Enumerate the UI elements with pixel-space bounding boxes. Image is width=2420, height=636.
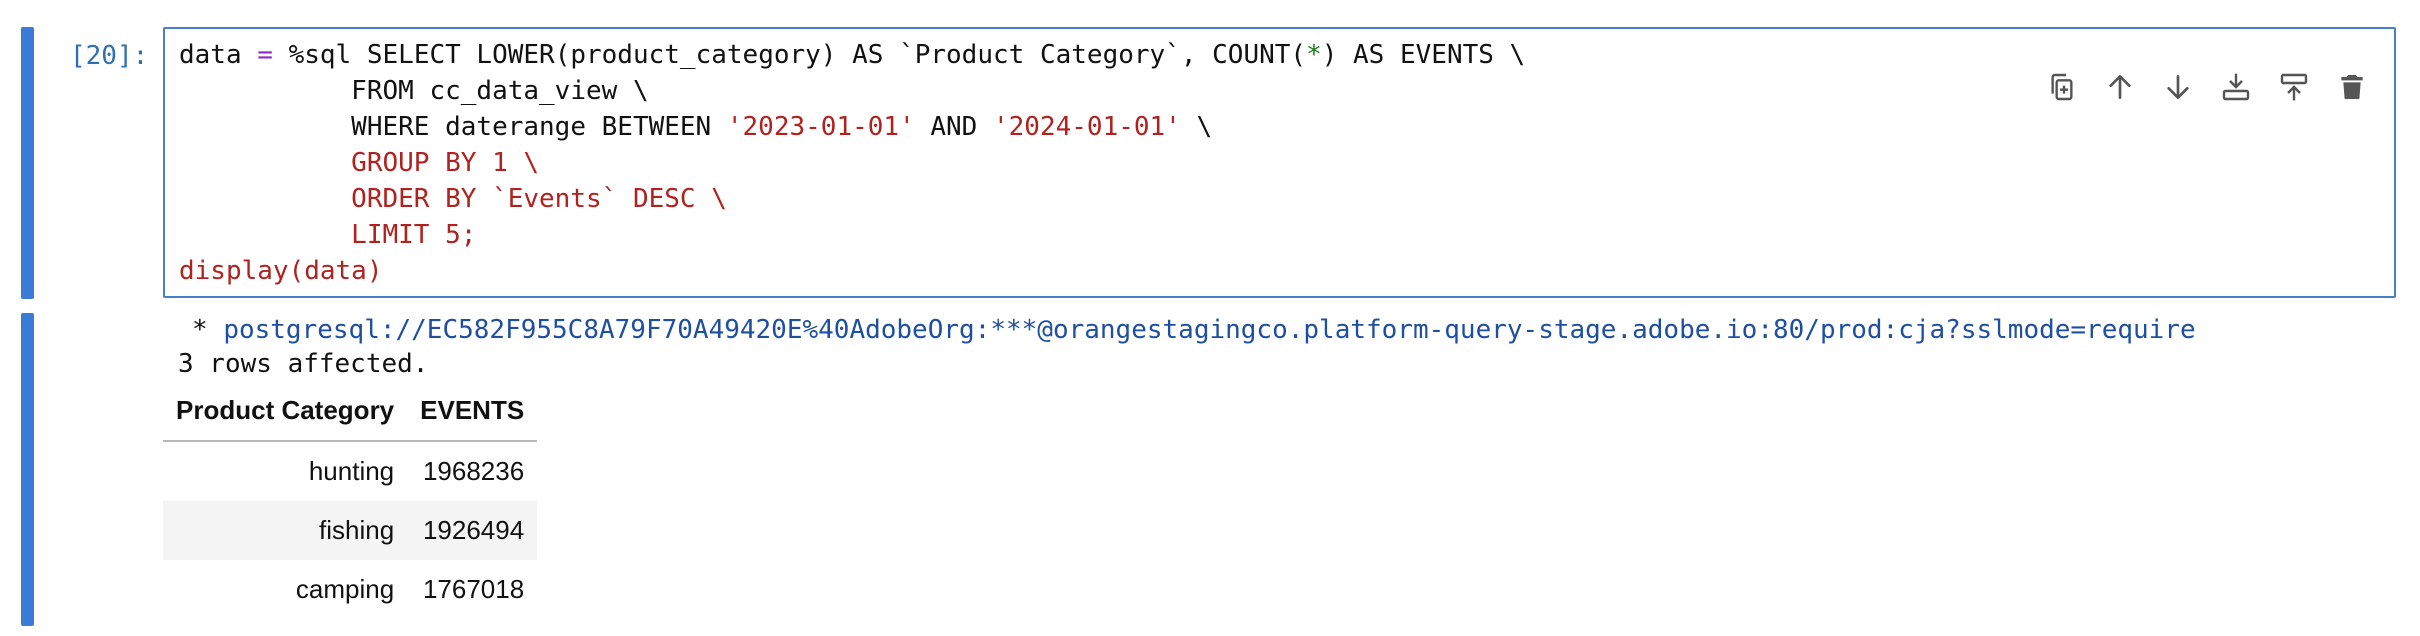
move-down-button[interactable] [2158, 67, 2198, 107]
code-token: ) AS EVENTS \ [1321, 40, 1526, 70]
table-row: camping 1767018 [163, 560, 537, 619]
input-collapser[interactable] [21, 27, 34, 299]
code-operator: = [257, 40, 273, 70]
table-cell: 1926494 [407, 501, 538, 560]
code-operator: * [1306, 40, 1322, 70]
copy-icon [2051, 73, 2073, 101]
arrow-down-icon [2167, 75, 2189, 99]
table-cell: camping [295, 574, 395, 604]
code-string: '2023-01-01' [726, 112, 915, 142]
trash-icon [2341, 75, 2363, 99]
table-cell: 1767018 [422, 574, 525, 604]
code-line: display(data) [179, 256, 383, 286]
insert-below-icon [2280, 73, 2308, 101]
duplicate-cell-button[interactable] [2042, 67, 2082, 107]
connection-string: * postgresql://EC582F955C8A79F70A49420E%… [192, 312, 2196, 348]
code-token: \ [1180, 112, 1213, 142]
connection-marker: * [192, 315, 224, 345]
output-collapser[interactable] [21, 313, 34, 626]
column-header: Product Category [163, 383, 408, 442]
insert-above-icon [2222, 73, 2250, 101]
code-line: ORDER BY `Events` DESC \ [179, 184, 727, 214]
delete-cell-button[interactable] [2332, 67, 2372, 107]
insert-above-button[interactable] [2216, 67, 2256, 107]
column-header: EVENTS [407, 383, 538, 442]
cell-toolbar [2042, 67, 2372, 107]
result-table: Product Category EVENTS hunting 1968236 … [163, 383, 538, 619]
code-line: LIMIT 5; [179, 220, 477, 250]
table-cell: hunting [308, 456, 395, 486]
code-line: GROUP BY 1 \ [179, 148, 540, 178]
execution-count: [20]: [70, 41, 149, 71]
code-text[interactable]: data = %sql SELECT LOWER(product_categor… [179, 37, 1525, 289]
code-token: %sql SELECT LOWER(product_category) AS `… [272, 40, 1307, 70]
code-editor[interactable]: data = %sql SELECT LOWER(product_categor… [163, 27, 2396, 298]
table-cell: 1968236 [422, 456, 525, 486]
rows-affected: 3 rows affected. [178, 349, 429, 379]
table-cell: fishing [163, 501, 408, 560]
move-up-button[interactable] [2100, 67, 2140, 107]
arrow-up-icon [2109, 75, 2131, 99]
table-row: fishing 1926494 [163, 501, 538, 560]
code-string: '2024-01-01' [993, 112, 1181, 142]
code-token: data [179, 40, 258, 70]
code-line: FROM cc_data_view \ [179, 76, 649, 106]
code-token: WHERE daterange BETWEEN [179, 112, 727, 142]
insert-below-button[interactable] [2274, 67, 2314, 107]
connection-url: postgresql://EC582F955C8A79F70A49420E%40… [223, 315, 2196, 345]
table-row: hunting 1968236 [163, 441, 537, 501]
code-token: AND [914, 112, 993, 142]
